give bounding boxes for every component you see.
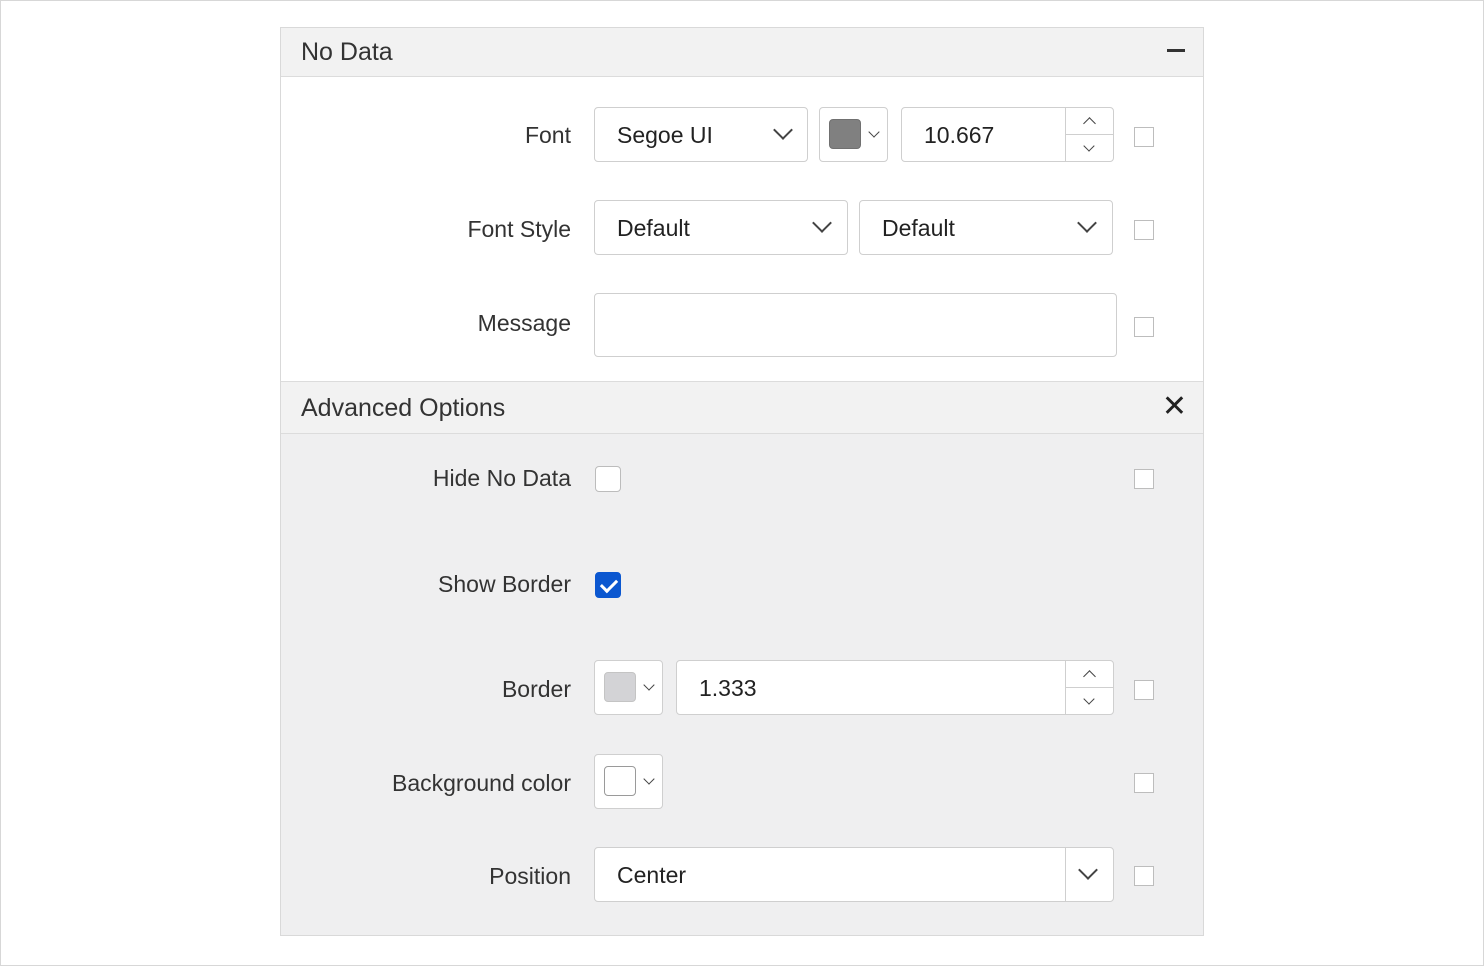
- properties-panel: No Data Font Segoe UI 10.667 Font Style …: [280, 27, 1204, 936]
- font-reset-checkbox[interactable]: [1134, 127, 1154, 147]
- minus-icon[interactable]: [1167, 49, 1185, 52]
- font-size-stepper[interactable]: 10.667: [901, 107, 1114, 162]
- chevron-down-icon: [643, 773, 655, 785]
- font-weight-value: Default: [882, 215, 955, 241]
- font-color-swatch: [829, 119, 861, 149]
- font-weight-dropdown[interactable]: Default: [859, 200, 1113, 255]
- chevron-down-icon: [643, 679, 655, 691]
- border-color-swatch: [604, 672, 636, 702]
- border-color-picker[interactable]: [594, 660, 663, 715]
- message-input[interactable]: [594, 293, 1117, 357]
- font-style-dropdown[interactable]: Default: [594, 200, 848, 255]
- chevron-down-icon[interactable]: [1083, 140, 1095, 152]
- message-label: Message: [477, 310, 571, 336]
- background-color-swatch: [604, 766, 636, 796]
- background-color-reset-checkbox[interactable]: [1134, 773, 1154, 793]
- no-data-title: No Data: [301, 38, 393, 66]
- chevron-down-icon: [868, 126, 880, 138]
- chevron-down-icon: [1077, 213, 1097, 233]
- font-style-value: Default: [617, 215, 690, 241]
- hide-no-data-checkbox[interactable]: [595, 466, 621, 492]
- background-color-picker[interactable]: [594, 754, 663, 809]
- chevron-down-icon: [1078, 860, 1098, 880]
- hide-no-data-reset-checkbox[interactable]: [1134, 469, 1154, 489]
- border-width-value: 1.333: [699, 675, 757, 701]
- position-label: Position: [489, 863, 571, 889]
- chevron-up-icon[interactable]: [1083, 117, 1096, 130]
- border-width-stepper[interactable]: 1.333: [676, 660, 1114, 715]
- border-reset-checkbox[interactable]: [1134, 680, 1154, 700]
- font-family-value: Segoe UI: [617, 122, 713, 148]
- message-reset-checkbox[interactable]: [1134, 317, 1154, 337]
- font-style-reset-checkbox[interactable]: [1134, 220, 1154, 240]
- chevron-up-icon[interactable]: [1083, 670, 1096, 683]
- font-family-dropdown[interactable]: Segoe UI: [594, 107, 808, 162]
- advanced-options-header[interactable]: Advanced Options ✕: [281, 381, 1203, 434]
- background-color-label: Background color: [392, 770, 571, 796]
- chevron-down-icon: [773, 120, 793, 140]
- font-color-picker[interactable]: [819, 107, 888, 162]
- advanced-options-title: Advanced Options: [301, 394, 506, 422]
- border-label: Border: [501, 676, 571, 702]
- close-icon[interactable]: ✕: [1162, 392, 1187, 422]
- hide-no-data-label: Hide No Data: [432, 465, 571, 491]
- show-border-label: Show Border: [438, 571, 571, 597]
- position-reset-checkbox[interactable]: [1134, 866, 1154, 886]
- chevron-down-icon: [812, 213, 832, 233]
- no-data-header[interactable]: No Data: [281, 28, 1203, 77]
- font-size-value: 10.667: [924, 122, 995, 148]
- font-label: Font: [524, 122, 571, 148]
- position-dropdown[interactable]: Center: [594, 847, 1114, 902]
- chevron-down-icon[interactable]: [1083, 693, 1095, 705]
- position-value: Center: [617, 862, 687, 888]
- show-border-checkbox[interactable]: [595, 572, 621, 598]
- font-style-label: Font Style: [467, 216, 571, 242]
